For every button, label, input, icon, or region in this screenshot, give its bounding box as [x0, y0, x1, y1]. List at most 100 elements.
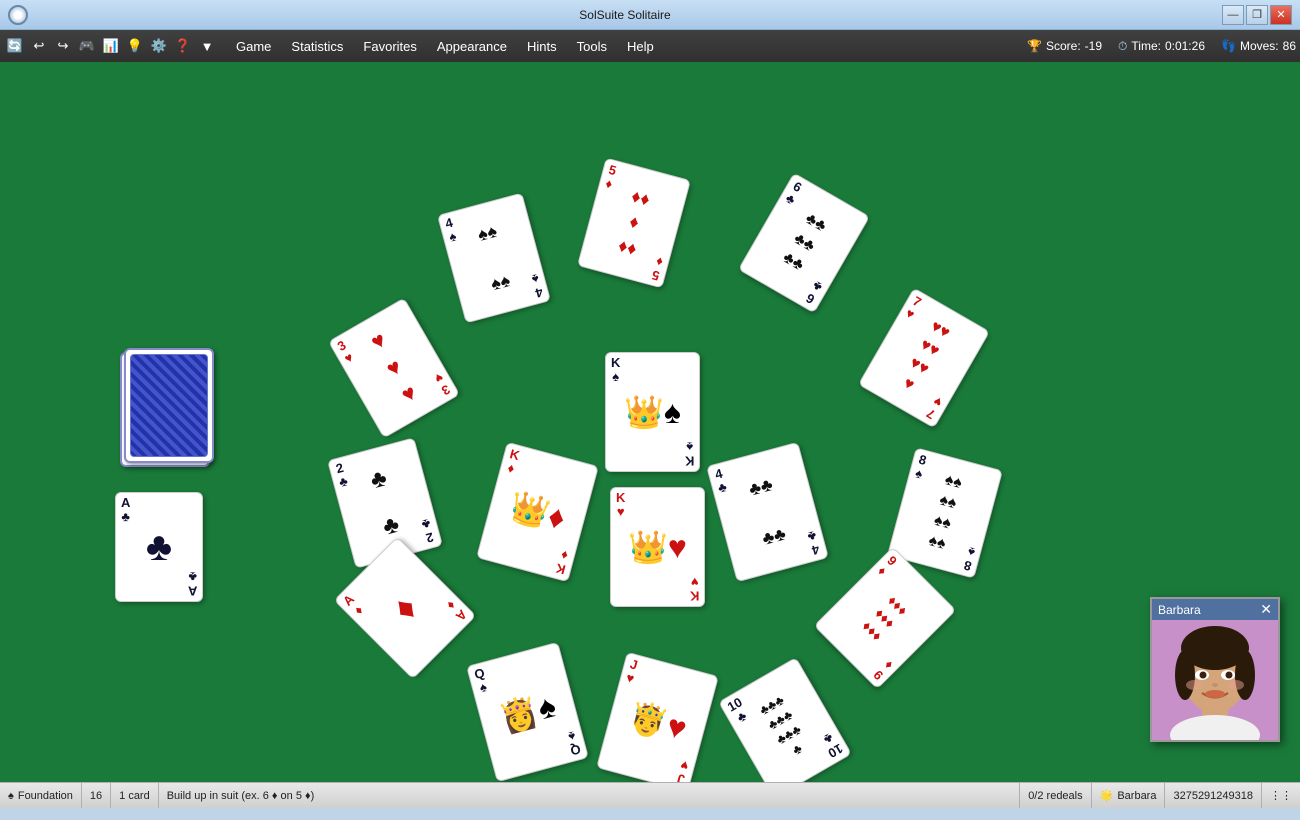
card-rank-br: K♥: [690, 574, 699, 603]
card-center-suit: ♣: [146, 525, 172, 570]
toolbar-icon-hint[interactable]: 💡: [124, 35, 146, 57]
king-diamonds-art: 👑♦: [506, 489, 569, 534]
card-rank-br: 5♦: [650, 254, 664, 283]
card-rank-br: 8♠: [962, 544, 976, 573]
card-pips: ♥♥♥: [365, 325, 423, 412]
count-value: 16: [90, 790, 102, 802]
menu-game[interactable]: Game: [226, 35, 281, 58]
four-spades-card[interactable]: 4♠ ♠♠♠♠ 4♠: [437, 193, 551, 324]
card-rank-br: K♦: [554, 547, 570, 577]
portrait-header: Barbara ✕: [1152, 599, 1278, 620]
card-rank-br: 7♥: [924, 393, 945, 422]
card-pips: ♣♣♣♣♣♣: [778, 209, 830, 278]
card-rank-br: 2♣: [420, 516, 436, 546]
five-diamonds-card[interactable]: 5♦ ♦♦♦♦♦ 5♦: [577, 158, 691, 289]
menubar: 🔄 ↩ ↪ 🎮 📊 💡 ⚙️ ❓ ▼ Game Statistics Favor…: [0, 30, 1300, 62]
menu-appearance[interactable]: Appearance: [427, 35, 517, 58]
king-hearts-card[interactable]: K♥ 👑♥ K♥: [610, 487, 705, 607]
card-pips: ♠♠♠♠: [475, 219, 513, 297]
queen-spades-card[interactable]: Q♠ 👸♠ Q♠: [466, 642, 589, 782]
toolbar-icon-undo[interactable]: ↩: [28, 35, 50, 57]
rule-text: Build up in suit (ex. 6 ♦ on 5 ♦): [167, 790, 315, 802]
status-player: 🌟 Barbara: [1092, 783, 1166, 808]
menu-favorites[interactable]: Favorites: [353, 35, 426, 58]
menu-help[interactable]: Help: [617, 35, 664, 58]
score-label: Score:: [1046, 39, 1081, 53]
card-pips: ♥♥♥♥♥♥♥: [895, 317, 953, 399]
card-rank-tl: K♦: [505, 447, 521, 477]
card-rank-tl: K♥: [616, 491, 625, 520]
card-rank-br: 4♠: [530, 271, 544, 300]
card-pips: ♣♣♣♣: [746, 472, 788, 551]
minimize-button[interactable]: —: [1222, 5, 1244, 25]
time-value: 0:01:26: [1165, 39, 1205, 53]
four-clubs-card[interactable]: 4♣ ♣♣♣♣ 4♣: [706, 442, 829, 582]
menu-statistics[interactable]: Statistics: [281, 35, 353, 58]
status-grip: ⋮⋮: [1262, 783, 1300, 808]
card-rank-tl: J♥: [625, 657, 640, 687]
card-rank-br: 4♣: [806, 528, 822, 558]
card-rank-tl: 6♣: [783, 179, 805, 208]
card-pips: ♠♠♠♠♠♠♠♠: [926, 471, 964, 556]
close-button[interactable]: ✕: [1270, 5, 1292, 25]
card-rank-br: K♠: [685, 439, 694, 468]
statusbar: ♠ Foundation 16 1 card Build up in suit …: [0, 782, 1300, 808]
score-area: 🏆 Score: -19 ⏱ Time: 0:01:26 👣 Moves: 86: [1027, 39, 1296, 54]
king-art: 👑♠: [624, 396, 681, 428]
toolbar-icon-more[interactable]: ▼: [196, 35, 218, 57]
toolbar-icon-refresh[interactable]: 🔄: [4, 35, 26, 57]
menu-hints[interactable]: Hints: [517, 35, 567, 58]
card-rank-tl: 9♦: [874, 554, 899, 579]
king-spades-card[interactable]: K♠ 👑♠ K♠: [605, 352, 700, 472]
time-label: Time:: [1131, 39, 1161, 53]
seed-value: 3275291249318: [1173, 790, 1253, 802]
status-count: 16: [82, 783, 111, 808]
card-center: ♦: [384, 587, 427, 630]
seven-hearts-card[interactable]: 7♥ ♥♥♥♥♥♥♥ 7♥: [858, 288, 990, 429]
menu-tools[interactable]: Tools: [567, 35, 617, 58]
moves-display: 👣 Moves: 86: [1221, 39, 1296, 53]
titlebar-icon: [8, 5, 28, 25]
game-area[interactable]: 🌸 A♣ ♣ A♣ 5♦ ♦♦♦♦♦ 5♦ 4♠ ♠♠♠♠ 4♠ 6♣ ♣♣♣♣…: [0, 62, 1300, 782]
menu-items: Game Statistics Favorites Appearance Hin…: [226, 35, 664, 58]
grip-icon: ⋮⋮: [1270, 789, 1292, 802]
status-cards: 1 card: [111, 783, 159, 808]
ten-clubs-card[interactable]: 10♣ ♣♣♣♣♣♣♣♣♣♣ 10♣: [718, 657, 852, 782]
card-rank-tl: 7♥: [903, 294, 924, 323]
cards-label: 1 card: [119, 790, 150, 802]
titlebar: SolSuite Solitaire — ❐ ✕: [0, 0, 1300, 30]
queen-art: 👸♠: [496, 689, 559, 735]
redeals-value: 0/2 redeals: [1028, 790, 1082, 802]
portrait-name: Barbara: [1158, 603, 1201, 617]
toolbar-icon-stats[interactable]: 📊: [100, 35, 122, 57]
jack-hearts-card[interactable]: J♥ 🤴♥ J♥: [596, 652, 719, 782]
titlebar-title: SolSuite Solitaire: [28, 8, 1222, 22]
card-pips: ♣♣: [365, 455, 405, 552]
card-rank-tl: Q♠: [473, 666, 490, 696]
foundation-label: Foundation: [18, 790, 73, 802]
card-rank-tl: 4♣: [713, 466, 729, 496]
time-display: ⏱ Time: 0:01:26: [1118, 39, 1205, 54]
ace-clubs-card[interactable]: A♣ ♣ A♣: [115, 492, 203, 602]
card-rank-br: 3♥: [432, 369, 453, 398]
player-portrait: Barbara ✕: [1150, 597, 1280, 742]
king-diamonds-card[interactable]: K♦ 👑♦ K♦: [476, 442, 599, 582]
three-hearts-card[interactable]: 3♥ ♥♥♥ 3♥: [328, 298, 460, 439]
card-rank-tl: 4♠: [444, 216, 458, 245]
toolbar-icon-game[interactable]: 🎮: [76, 35, 98, 57]
titlebar-controls: — ❐ ✕: [1222, 5, 1292, 25]
toolbar-icon-settings[interactable]: ⚙️: [148, 35, 170, 57]
toolbar-icon-redo[interactable]: ↪: [52, 35, 74, 57]
card-rank-tl: A♦: [341, 592, 368, 619]
restore-button[interactable]: ❐: [1246, 5, 1268, 25]
card-rank-tl: 5♦: [603, 163, 617, 192]
king-hearts-art: 👑♥: [628, 531, 687, 563]
card-rank-tl: 2♣: [334, 461, 350, 491]
card-rank-br: 6♣: [804, 278, 826, 307]
card-pips: ♣♣♣♣♣♣♣♣♣♣: [757, 692, 813, 763]
portrait-close-button[interactable]: ✕: [1260, 601, 1272, 618]
toolbar-icon-help[interactable]: ❓: [172, 35, 194, 57]
six-clubs-card[interactable]: 6♣ ♣♣♣♣♣♣ 6♣: [738, 173, 870, 314]
moves-value: 86: [1283, 39, 1296, 53]
card-pips: ♦♦♦♦♦♦♦♦♦: [858, 591, 912, 645]
